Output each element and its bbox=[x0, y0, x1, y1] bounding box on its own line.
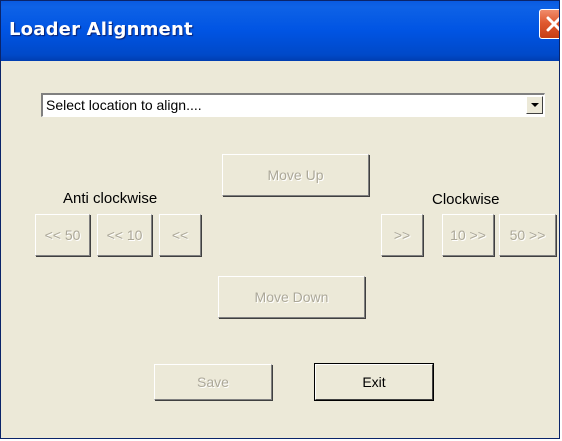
move-up-button[interactable]: Move Up bbox=[222, 154, 369, 196]
save-button[interactable]: Save bbox=[154, 364, 272, 400]
chevron-down-icon bbox=[531, 103, 539, 107]
close-icon bbox=[546, 16, 559, 32]
loader-alignment-window: Loader Alignment Select location to alig… bbox=[0, 0, 560, 439]
anticlockwise-1-button[interactable]: << bbox=[159, 214, 201, 256]
window-title: Loader Alignment bbox=[9, 19, 193, 40]
anticlockwise-10-button[interactable]: << 10 bbox=[97, 214, 152, 256]
anti-clockwise-label: Anti clockwise bbox=[63, 190, 158, 207]
location-select[interactable]: Select location to align.... bbox=[41, 93, 545, 117]
clockwise-1-button[interactable]: >> bbox=[381, 214, 423, 256]
clockwise-10-button[interactable]: 10 >> bbox=[442, 214, 494, 256]
location-select-value: Select location to align.... bbox=[46, 97, 202, 113]
exit-button[interactable]: Exit bbox=[315, 364, 433, 400]
dialog-client-area: Select location to align.... Move Up Ant… bbox=[4, 61, 558, 437]
move-down-button[interactable]: Move Down bbox=[218, 276, 365, 318]
title-bar[interactable]: Loader Alignment bbox=[1, 1, 559, 61]
clockwise-50-button[interactable]: 50 >> bbox=[499, 214, 556, 256]
clockwise-label: Clockwise bbox=[432, 191, 500, 208]
location-select-dropdown-button[interactable] bbox=[526, 96, 543, 114]
close-button[interactable] bbox=[539, 9, 559, 39]
anticlockwise-50-button[interactable]: << 50 bbox=[35, 214, 90, 256]
